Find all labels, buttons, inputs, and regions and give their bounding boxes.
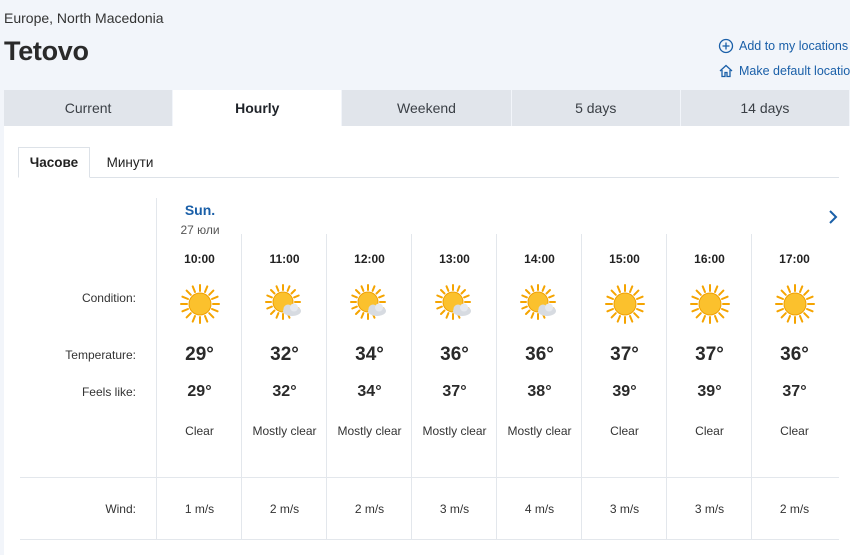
hour-time: 11:00 xyxy=(269,252,300,266)
hour-temperature: 34° xyxy=(355,344,384,365)
hour-time: 12:00 xyxy=(354,252,385,266)
hour-column: 16:00 37° 39° Clear 3 m/s xyxy=(666,126,752,555)
sun-cloud-icon xyxy=(350,284,390,324)
tab-current[interactable]: Current xyxy=(4,90,173,126)
hour-temperature: 36° xyxy=(525,344,554,365)
hour-condition: Mostly clear xyxy=(252,424,317,438)
sun-icon xyxy=(690,284,730,324)
hour-condition: Mostly clear xyxy=(507,424,572,438)
add-location-label: Add to my locations xyxy=(739,38,849,53)
hour-column: 15:00 37° 39° Clear 3 m/s xyxy=(581,126,667,555)
hour-temperature: 29° xyxy=(185,344,214,365)
plus-circle-icon xyxy=(718,38,734,54)
hour-condition: Mostly clear xyxy=(337,424,402,438)
hour-feels-like: 37° xyxy=(782,383,807,400)
wind-label: Wind: xyxy=(105,502,136,516)
hour-wind: 3 m/s xyxy=(439,502,470,516)
hour-feels-like: 37° xyxy=(442,383,467,400)
temperature-label: Temperature: xyxy=(65,348,136,362)
hour-column: 10:00 29° 29° Clear 1 m/s xyxy=(157,126,242,555)
hour-time: 17:00 xyxy=(779,252,810,266)
add-location-link[interactable]: Add to my locations xyxy=(718,33,850,58)
sun-icon xyxy=(605,284,645,324)
hourly-panel: Часове Минути Condition: Temperature: Fe… xyxy=(4,126,850,555)
feels-like-label: Feels like: xyxy=(81,385,136,399)
hour-condition: Clear xyxy=(610,424,639,438)
region-label: Europe, North Macedonia xyxy=(4,10,164,26)
city-title: Tetovo xyxy=(4,36,89,66)
hour-wind: 2 m/s xyxy=(269,502,300,516)
hour-feels-like: 39° xyxy=(697,383,722,400)
hour-time: 13:00 xyxy=(439,252,470,266)
hour-time: 16:00 xyxy=(694,252,725,266)
home-icon xyxy=(718,63,734,79)
hour-column: 14:00 36° 38° Mostly clear 4 m/s xyxy=(496,126,582,555)
forecast-tabs: Current Hourly Weekend 5 days 14 days xyxy=(4,90,850,126)
hour-feels-like: 38° xyxy=(527,383,552,400)
sun-icon xyxy=(775,284,815,324)
hour-time: 15:00 xyxy=(609,252,640,266)
hour-feels-like: 29° xyxy=(187,383,212,400)
hour-condition: Mostly clear xyxy=(422,424,487,438)
hour-wind: 3 m/s xyxy=(694,502,725,516)
hour-feels-like: 32° xyxy=(272,383,297,400)
hour-time: 10:00 xyxy=(184,252,215,266)
sun-icon xyxy=(180,284,220,324)
hour-wind: 2 m/s xyxy=(779,502,810,516)
sun-cloud-icon xyxy=(435,284,475,324)
subtab-minutes[interactable]: Минути xyxy=(100,147,160,178)
hour-wind: 1 m/s xyxy=(184,502,215,516)
hour-time: 14:00 xyxy=(524,252,555,266)
hour-feels-like: 39° xyxy=(612,383,637,400)
tab-weekend[interactable]: Weekend xyxy=(342,90,511,126)
hour-temperature: 36° xyxy=(780,344,809,365)
condition-label: Condition: xyxy=(81,291,136,305)
location-actions: Add to my locations Make default locatio… xyxy=(718,33,850,83)
hour-condition: Clear xyxy=(185,424,214,438)
hour-wind: 4 m/s xyxy=(524,502,555,516)
hour-temperature: 37° xyxy=(695,344,724,365)
hour-feels-like: 34° xyxy=(357,383,382,400)
hour-column: 12:00 34° 34° Mostly clear 2 m/s xyxy=(326,126,412,555)
hour-condition: Clear xyxy=(695,424,724,438)
hour-column: 13:00 36° 37° Mostly clear 3 m/s xyxy=(411,126,497,555)
hour-column: 17:00 36° 37° Clear 2 m/s xyxy=(751,126,837,555)
hour-temperature: 36° xyxy=(440,344,469,365)
subtab-hours[interactable]: Часове xyxy=(18,147,90,178)
hour-wind: 3 m/s xyxy=(609,502,640,516)
sun-cloud-icon xyxy=(265,284,305,324)
hour-condition: Clear xyxy=(780,424,809,438)
hour-wind: 2 m/s xyxy=(354,502,385,516)
hour-temperature: 37° xyxy=(610,344,639,365)
tab-14-days[interactable]: 14 days xyxy=(680,90,850,126)
tab-hourly[interactable]: Hourly xyxy=(173,90,342,126)
make-default-label: Make default location xyxy=(739,63,850,78)
tab-5-days[interactable]: 5 days xyxy=(511,90,680,126)
hour-temperature: 32° xyxy=(270,344,299,365)
make-default-link[interactable]: Make default location xyxy=(718,58,850,83)
sun-cloud-icon xyxy=(520,284,560,324)
hour-column: 11:00 32° 32° Mostly clear 2 m/s xyxy=(241,126,327,555)
